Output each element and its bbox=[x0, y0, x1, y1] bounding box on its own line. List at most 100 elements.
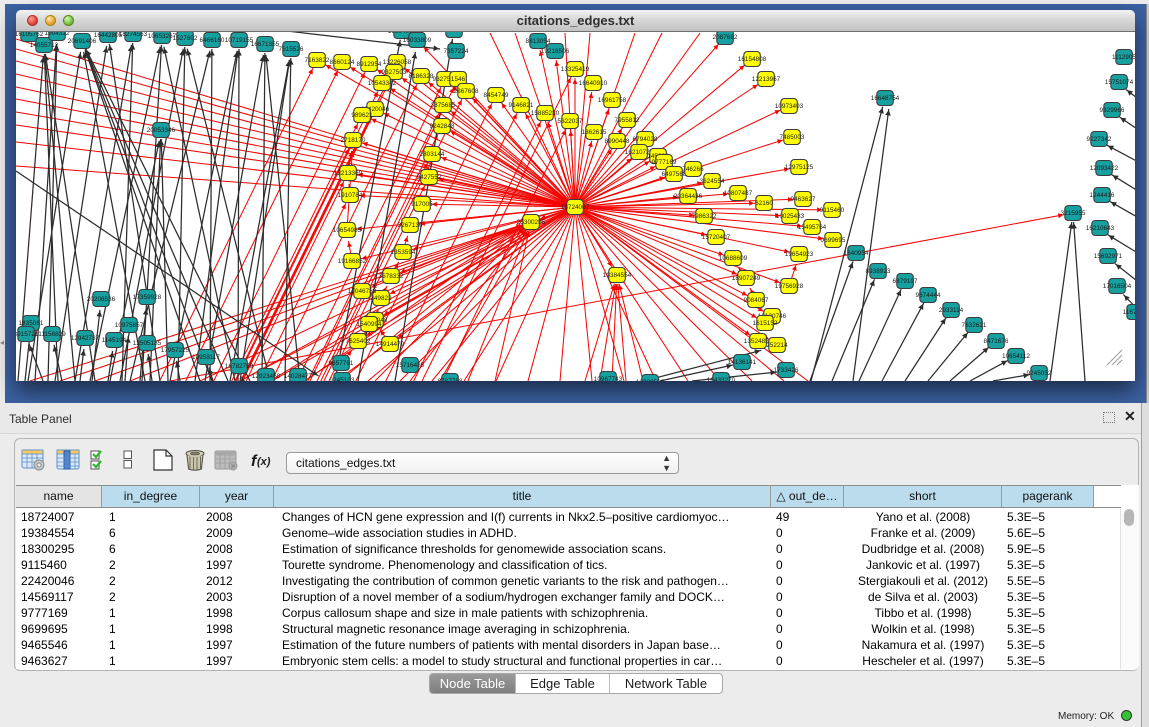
svg-text:10958117: 10958117 bbox=[192, 354, 220, 361]
svg-text:16961758: 16961758 bbox=[598, 97, 627, 104]
svg-text:20691406: 20691406 bbox=[68, 38, 97, 45]
svg-text:14136141: 14136141 bbox=[728, 359, 757, 366]
svg-text:15885230: 15885230 bbox=[531, 110, 560, 117]
svg-text:8938923: 8938923 bbox=[866, 268, 891, 275]
svg-text:1244416: 1244416 bbox=[1090, 192, 1115, 199]
svg-text:17016504: 17016504 bbox=[1103, 283, 1132, 290]
svg-text:8454749: 8454749 bbox=[484, 92, 509, 99]
svg-text:14055712: 14055712 bbox=[30, 42, 59, 49]
svg-text:16033809: 16033809 bbox=[403, 37, 432, 44]
svg-text:6794028: 6794028 bbox=[633, 136, 658, 143]
svg-text:1527602: 1527602 bbox=[173, 35, 198, 42]
svg-text:1167530: 1167530 bbox=[1123, 309, 1135, 316]
svg-text:7986322: 7986322 bbox=[692, 213, 717, 220]
svg-text:5322037: 5322037 bbox=[558, 118, 583, 125]
svg-text:8912954: 8912954 bbox=[357, 61, 382, 68]
svg-text:16671355: 16671355 bbox=[251, 41, 280, 48]
svg-text:17046783: 17046783 bbox=[348, 288, 377, 295]
svg-text:12093422: 12093422 bbox=[1090, 165, 1119, 172]
svg-text:9245052: 9245052 bbox=[1027, 370, 1052, 377]
svg-text:9227342: 9227342 bbox=[1087, 136, 1112, 143]
svg-text:19756928: 19756928 bbox=[775, 283, 804, 290]
svg-text:1353594: 1353594 bbox=[391, 249, 416, 256]
svg-text:0699695: 0699695 bbox=[821, 237, 846, 244]
svg-text:2718170: 2718170 bbox=[341, 137, 366, 144]
svg-text:20206536: 20206536 bbox=[87, 296, 116, 303]
svg-text:16648754: 16648754 bbox=[871, 95, 900, 102]
svg-text:7625402: 7625402 bbox=[346, 338, 371, 345]
svg-text:19166852: 19166852 bbox=[338, 258, 367, 265]
svg-text:7357224: 7357224 bbox=[444, 48, 469, 55]
svg-text:13325419: 13325419 bbox=[561, 66, 590, 73]
svg-text:16640910: 16640910 bbox=[579, 80, 608, 87]
svg-text:9777169: 9777169 bbox=[652, 159, 677, 166]
svg-text:6879197: 6879197 bbox=[893, 278, 918, 285]
svg-text:12923468: 12923468 bbox=[252, 373, 281, 380]
svg-text:6466160: 6466160 bbox=[200, 37, 225, 44]
svg-text:9115460: 9115460 bbox=[820, 207, 845, 214]
svg-text:9245103: 9245103 bbox=[330, 377, 355, 381]
svg-text:9084067: 9084067 bbox=[744, 297, 769, 304]
svg-text:3578332: 3578332 bbox=[379, 273, 404, 280]
svg-text:12505135: 12505135 bbox=[133, 340, 162, 347]
svg-text:1910784: 1910784 bbox=[338, 192, 363, 199]
svg-text:11156829: 11156829 bbox=[38, 331, 66, 338]
svg-text:16782759: 16782759 bbox=[225, 363, 254, 370]
svg-text:8471676: 8471676 bbox=[984, 338, 1009, 345]
svg-text:17957225: 17957225 bbox=[161, 347, 190, 354]
svg-text:8186328: 8186328 bbox=[409, 73, 434, 80]
svg-text:10975857: 10975857 bbox=[115, 322, 144, 329]
svg-text:2933114: 2933114 bbox=[939, 307, 964, 314]
svg-text:8787758: 8787758 bbox=[438, 378, 463, 381]
svg-text:12213369: 12213369 bbox=[334, 170, 363, 177]
svg-text:19218506: 19218506 bbox=[541, 48, 570, 55]
svg-text:(x): (x) bbox=[257, 456, 271, 468]
svg-text:917005: 917005 bbox=[411, 201, 433, 208]
svg-text:252214: 252214 bbox=[766, 342, 788, 349]
svg-text:7632621: 7632621 bbox=[962, 322, 987, 329]
svg-text:9657791: 9657791 bbox=[329, 360, 354, 367]
svg-text:1615152: 1615152 bbox=[753, 320, 778, 327]
svg-text:15495764: 15495764 bbox=[798, 224, 827, 231]
svg-text:9072263: 9072263 bbox=[442, 32, 467, 34]
svg-text:7485003: 7485003 bbox=[780, 134, 805, 141]
svg-text:13330509: 13330509 bbox=[636, 379, 665, 381]
svg-text:16154808: 16154808 bbox=[738, 56, 767, 63]
svg-text:3267130: 3267130 bbox=[398, 222, 423, 229]
svg-text:1112905: 1112905 bbox=[1112, 54, 1135, 61]
svg-text:18907249: 18907249 bbox=[732, 275, 761, 282]
svg-text:10807487: 10807487 bbox=[724, 190, 753, 197]
svg-text:10025433: 10025433 bbox=[776, 213, 805, 220]
svg-text:16433270: 16433270 bbox=[707, 377, 736, 381]
svg-text:746266: 746266 bbox=[682, 166, 704, 173]
svg-text:18724007: 18724007 bbox=[561, 204, 590, 211]
svg-text:15692971: 15692971 bbox=[1094, 253, 1123, 260]
svg-text:9329966: 9329966 bbox=[1100, 107, 1125, 114]
svg-text:12942737: 12942737 bbox=[71, 335, 100, 342]
svg-text:15716485: 15716485 bbox=[396, 362, 425, 369]
svg-text:1904322: 1904322 bbox=[45, 32, 70, 37]
svg-text:9427552: 9427552 bbox=[417, 174, 442, 181]
svg-text:62160: 62160 bbox=[755, 200, 773, 207]
svg-text:8813054: 8813054 bbox=[526, 38, 551, 45]
svg-text:20053346: 20053346 bbox=[147, 127, 176, 134]
svg-text:10967743: 10967743 bbox=[594, 376, 623, 381]
svg-text:9674444: 9674444 bbox=[916, 292, 941, 299]
svg-text:10688609: 10688609 bbox=[719, 255, 748, 262]
svg-text:20364436: 20364436 bbox=[674, 193, 703, 200]
svg-text:10654985: 10654985 bbox=[333, 227, 362, 234]
svg-text:16210643: 16210643 bbox=[1086, 225, 1115, 232]
svg-text:2867608: 2867608 bbox=[454, 88, 479, 95]
svg-text:3215955: 3215955 bbox=[1061, 210, 1086, 217]
svg-text:14914479: 14914479 bbox=[376, 341, 405, 348]
svg-text:2087682: 2087682 bbox=[713, 34, 738, 41]
svg-text:10654112: 10654112 bbox=[1002, 353, 1030, 360]
svg-text:19654923: 19654923 bbox=[785, 251, 814, 258]
svg-text:2803144: 2803144 bbox=[420, 151, 445, 158]
svg-text:15720407: 15720407 bbox=[702, 234, 731, 241]
svg-text:7163822: 7163822 bbox=[305, 57, 330, 64]
svg-text:8660124: 8660124 bbox=[330, 59, 355, 66]
svg-text:17359928: 17359928 bbox=[133, 294, 162, 301]
svg-text:1733426: 1733426 bbox=[774, 367, 799, 374]
svg-text:9463627: 9463627 bbox=[791, 196, 816, 203]
